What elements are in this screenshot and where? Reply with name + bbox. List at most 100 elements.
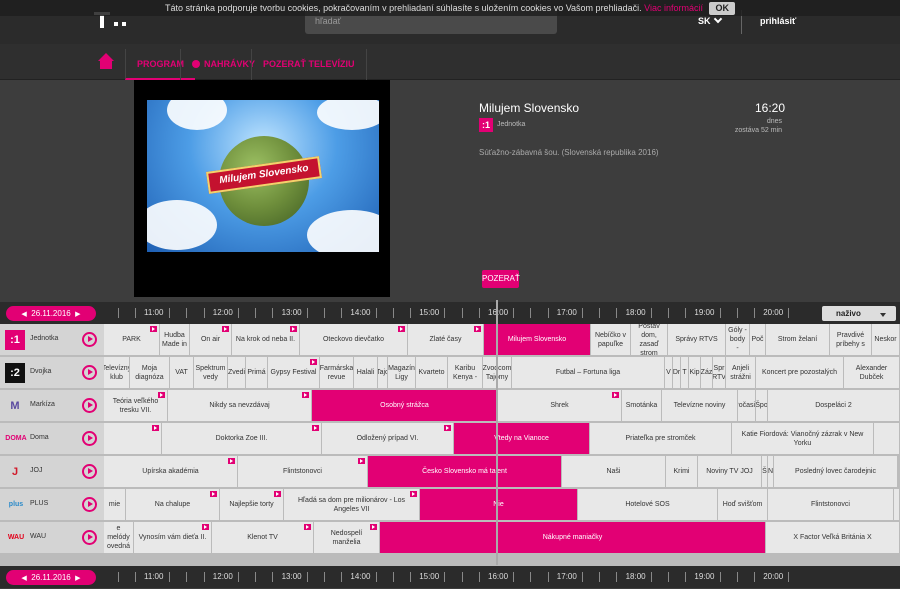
play-icon[interactable] [82, 398, 97, 413]
date-selector-bottom[interactable]: ◀ 26.11.2016 ▶ [6, 570, 96, 585]
program-cell[interactable]: Moja diagnóza [130, 357, 170, 388]
play-icon[interactable] [82, 431, 97, 446]
language-selector[interactable]: SK [698, 14, 722, 26]
program-cell[interactable]: Noviny TV JOJ [698, 456, 762, 487]
program-cell[interactable]: Osobný strážca [312, 390, 498, 421]
program-cell[interactable]: Magazín Ligy [388, 357, 416, 388]
program-cell[interactable]: Hoď svišťom [718, 489, 768, 520]
login-link[interactable]: prihlásiť [760, 16, 796, 26]
program-cell[interactable]: Nikdy sa nevzdávaj [168, 390, 312, 421]
program-cell[interactable]: Strom želaní [766, 324, 830, 355]
tab-watch-tv[interactable]: POZERAŤ TELEVÍZIU [251, 49, 367, 80]
program-cell[interactable] [894, 489, 900, 520]
program-cell[interactable]: e melódy ovedná [104, 522, 134, 553]
program-cell[interactable]: V [665, 357, 673, 388]
program-cell[interactable]: Nákupné maniačky [380, 522, 766, 553]
play-icon[interactable] [82, 497, 97, 512]
program-cell[interactable]: Hudba Made in [160, 324, 190, 355]
program-cell[interactable]: Posledný lovec čarodejnic [774, 456, 898, 487]
program-cell[interactable]: Farmárska revue [320, 357, 354, 388]
program-cell[interactable]: Koncert pre pozostalých [756, 357, 844, 388]
program-cell[interactable]: Teória veľkého tresku VII. [104, 390, 168, 421]
program-cell[interactable]: Špo [756, 390, 768, 421]
program-cell[interactable] [104, 423, 162, 454]
play-icon[interactable] [82, 365, 97, 380]
program-cell[interactable]: Odložený prípad VI. [322, 423, 454, 454]
program-cell[interactable]: Góly - body - [726, 324, 750, 355]
program-cell[interactable]: Katie Fiordová: Vianočný zázrak v New Yo… [732, 423, 874, 454]
program-cell[interactable]: Televízny klub [104, 357, 130, 388]
chevron-right-icon[interactable]: ▶ [75, 311, 80, 318]
program-cell[interactable]: Upírska akadémia [104, 456, 238, 487]
program-cell[interactable]: Krimi [666, 456, 698, 487]
channel-cell[interactable]: WAU WAU [0, 522, 104, 554]
date-selector[interactable]: ◀ 26.11.2016 ▶ [6, 306, 96, 321]
program-cell[interactable]: Alexander Dubček [844, 357, 900, 388]
chevron-left-icon[interactable]: ◀ [21, 311, 26, 318]
program-cell[interactable]: Dr [673, 357, 681, 388]
program-cell[interactable]: mie [104, 489, 126, 520]
program-cell[interactable]: Na krok od neba II. [232, 324, 300, 355]
play-icon[interactable] [82, 332, 97, 347]
live-dropdown[interactable]: naživo [822, 306, 896, 321]
program-cell[interactable]: Flintstonovci [768, 489, 894, 520]
program-cell[interactable]: Futbal – Fortuna liga [512, 357, 665, 388]
program-cell[interactable]: Pravdivé príbehy s [830, 324, 872, 355]
channel-cell[interactable]: DOMA Doma [0, 423, 104, 455]
program-cell[interactable]: Zlaté časy [408, 324, 484, 355]
channel-cell[interactable]: :2 Dvojka [0, 357, 104, 389]
program-cell[interactable]: Doktorka Zoe III. [162, 423, 322, 454]
video-player[interactable]: Milujem Slovensko [134, 80, 390, 297]
program-cell[interactable]: Tajo [378, 357, 388, 388]
program-cell[interactable]: Postav dom, zasaď strom [631, 324, 668, 355]
program-cell[interactable]: PARK [104, 324, 160, 355]
program-cell[interactable]: Spr RTV [713, 357, 726, 388]
program-cell[interactable]: Neskor [872, 324, 900, 355]
program-cell[interactable]: Oteckovo dievčatko [300, 324, 408, 355]
program-cell[interactable]: Správy RTVS [668, 324, 726, 355]
program-cell[interactable]: Flintstonovci [238, 456, 368, 487]
program-cell[interactable]: Hľadá sa dom pre milionárov - Los Angele… [284, 489, 420, 520]
program-cell[interactable]: Primá [246, 357, 268, 388]
program-cell[interactable]: Vynosím vám dieťa II. [134, 522, 212, 553]
program-cell[interactable]: Poč [750, 324, 766, 355]
chevron-right-icon[interactable]: ▶ [75, 575, 80, 582]
program-cell[interactable]: Milujem Slovensko [484, 324, 591, 355]
program-cell[interactable]: Hotelové SOS [578, 489, 718, 520]
program-cell[interactable]: Shrek [498, 390, 622, 421]
program-cell[interactable]: Gypsy Festival [268, 357, 320, 388]
program-cell[interactable]: VAT [170, 357, 194, 388]
channel-cell[interactable]: J JOJ [0, 456, 104, 488]
program-cell[interactable]: Česko Slovensko má talent [368, 456, 562, 487]
program-cell[interactable]: X Factor Veľká Británia X [766, 522, 900, 553]
program-cell[interactable]: Nedospelí manželia [314, 522, 380, 553]
program-cell[interactable]: Smotánka [622, 390, 662, 421]
program-cell[interactable]: Anjeli strážni [726, 357, 756, 388]
program-cell[interactable]: Kvarteto [416, 357, 448, 388]
program-cell[interactable]: Vtedy na Vianoce [454, 423, 590, 454]
program-cell[interactable]: Televízne noviny [662, 390, 738, 421]
chevron-left-icon[interactable]: ◀ [21, 575, 26, 582]
program-cell[interactable]: Spektrum vedy [194, 357, 228, 388]
program-cell[interactable]: Karibu Kenya - [448, 357, 483, 388]
program-cell[interactable]: T [681, 357, 689, 388]
program-cell[interactable] [874, 423, 900, 454]
program-cell[interactable]: Halali [354, 357, 378, 388]
cookie-more-link[interactable]: Viac informácií [644, 3, 703, 13]
channel-cell[interactable]: :1 Jednotka [0, 324, 104, 356]
program-cell[interactable]: Naši [562, 456, 666, 487]
program-cell[interactable]: Na chalupe [126, 489, 220, 520]
program-cell[interactable]: Počasie [738, 390, 756, 421]
cookie-ok-button[interactable]: OK [709, 2, 735, 15]
program-cell[interactable]: Nebíčko v papuľke [591, 324, 631, 355]
home-icon[interactable] [97, 53, 115, 71]
play-icon[interactable] [82, 464, 97, 479]
program-cell[interactable]: On air [190, 324, 232, 355]
watch-button[interactable]: POZERAŤ [482, 270, 520, 288]
program-cell[interactable]: Záz [701, 357, 713, 388]
program-cell[interactable]: Klenot TV [212, 522, 314, 553]
channel-cell[interactable]: plus PLUS [0, 489, 104, 521]
program-cell[interactable]: Priateľka pre stromček [590, 423, 732, 454]
program-cell[interactable]: Kip [689, 357, 701, 388]
program-cell[interactable]: Zvedi [228, 357, 246, 388]
